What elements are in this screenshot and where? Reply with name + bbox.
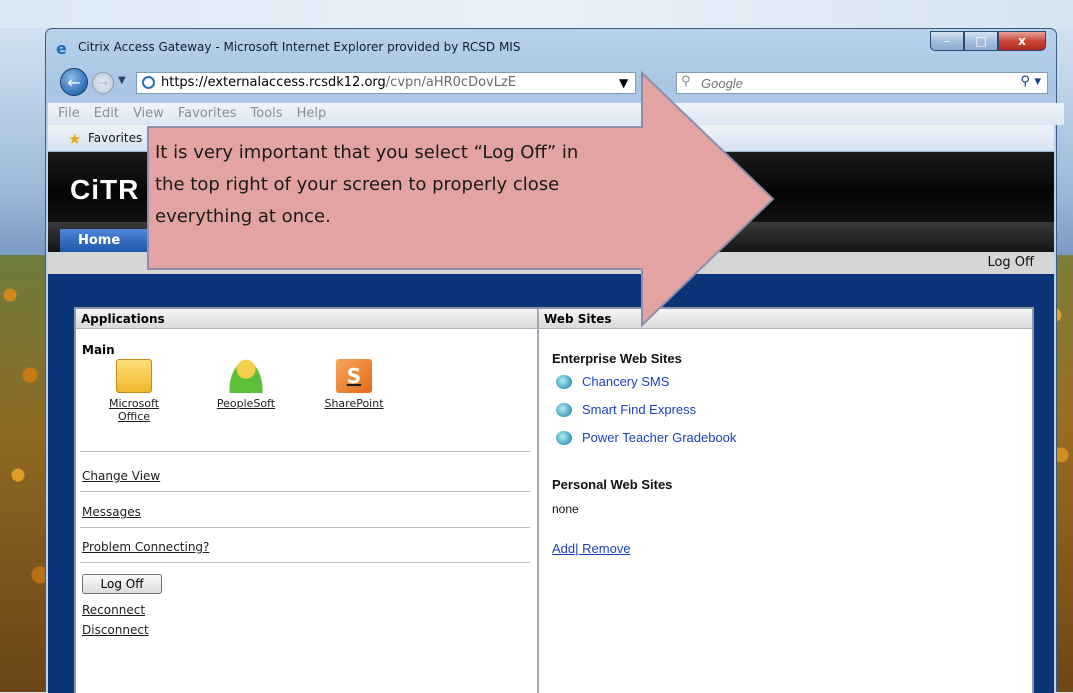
app-label: PeopleSoft [216,397,276,410]
caption-buttons: – □ x [930,31,1046,53]
annotation-line-1: It is very important that you select “Lo… [155,142,579,163]
ie-logo-icon: e [56,39,67,58]
main-panel: Applications Web Sites Main Microsoft Of… [74,307,1034,693]
app-peoplesoft[interactable]: PeopleSoft [211,359,281,410]
citrix-logo: CiTR [70,174,140,205]
desktop-sky [0,0,1073,28]
maximize-button[interactable]: □ [964,31,998,51]
app-label-line1: Microsoft [108,397,160,410]
search-go-icon[interactable]: ⚲ ▾ [1020,74,1041,89]
page-content: CiTR Home Log Off Applications Web Sites… [48,152,1054,693]
menu-tools[interactable]: Tools [251,103,283,125]
annotation-line-3: everything at once. [155,206,331,227]
forward-arrow-icon: → [97,76,109,90]
remove-link[interactable]: Remove [579,541,630,556]
add-link[interactable]: Add [552,541,575,556]
url-path: /cvpn/aHR0cDovLzE [385,75,517,90]
menu-favorites[interactable]: Favorites [178,103,237,125]
favorites-star-icon[interactable]: ★ [68,130,81,148]
address-bar[interactable]: o https://externalaccess.rcsdk12.org/cvp… [136,72,636,94]
title-bar: e Citrix Access Gateway - Microsoft Inte… [46,29,1056,65]
search-icon: ⚲ [681,74,691,89]
add-remove-links: Add| Remove [552,541,631,556]
minimize-button[interactable]: – [930,31,964,51]
reconnect-link[interactable]: Reconnect [82,603,145,617]
url-host: https://externalaccess.rcsdk12.org [161,75,386,90]
separator [80,562,530,563]
history-dropdown-icon[interactable]: ▼ [118,75,126,86]
menu-bar: File Edit View Favorites Tools Help [48,103,1064,125]
menu-help[interactable]: Help [297,103,327,125]
forward-button[interactable]: → [92,72,114,94]
top-logoff-link[interactable]: Log Off [987,255,1034,270]
site-label: Chancery SMS [582,374,670,389]
app-sharepoint[interactable]: S SharePoint [319,359,389,410]
separator [80,527,530,528]
separator [80,491,530,492]
top-action-bar: Log Off [48,252,1054,274]
search-box[interactable]: ⚲ ⚲ ▾ [676,72,1048,94]
app-microsoft-office[interactable]: Microsoft Office [104,359,164,423]
back-arrow-icon: ← [67,72,81,92]
app-label-line2: Office [117,410,151,423]
personal-sites-none: none [552,502,579,516]
menu-view[interactable]: View [133,103,164,125]
enterprise-sites-header: Enterprise Web Sites [552,351,682,366]
annotation-text: It is very important that you select “Lo… [155,137,675,233]
back-button[interactable]: ← [60,68,88,96]
personal-sites-header: Personal Web Sites [552,477,673,492]
close-button[interactable]: x [998,31,1046,51]
site-smart-find-express[interactable]: o Smart Find Express [556,402,696,417]
separator [80,451,530,452]
panel-divider [537,309,539,693]
tab-home[interactable]: Home [60,229,170,252]
annotation-line-2: the top right of your screen to properly… [155,174,560,195]
site-label: Power Teacher Gradebook [582,430,737,445]
globe-icon: o [556,374,572,389]
disconnect-link[interactable]: Disconnect [82,623,149,637]
favorites-button[interactable]: Favorites [88,131,142,145]
folder-icon [116,359,152,393]
sharepoint-icon: S [336,359,372,393]
main-group-label: Main [82,343,115,357]
window-title: Citrix Access Gateway - Microsoft Intern… [78,40,521,54]
app-label: SharePoint [324,397,384,410]
problem-connecting-link[interactable]: Problem Connecting? [82,540,209,554]
globe-icon: o [556,402,572,417]
page-icon: o [142,76,155,89]
peoplesoft-icon [228,359,264,393]
site-power-teacher-gradebook[interactable]: o Power Teacher Gradebook [556,430,736,445]
address-dropdown-icon[interactable]: ▼ [619,73,628,93]
menu-file[interactable]: File [58,103,80,125]
navigation-row: ← → ▼ o https://externalaccess.rcsdk12.o… [46,67,1056,97]
logoff-button[interactable]: Log Off [82,574,162,594]
web-sites-header: Web Sites [539,309,1032,329]
address-tools: ▼ 🔒 ⇅ [619,73,635,93]
globe-icon: o [556,430,572,445]
applications-header: Applications [76,309,537,329]
menu-edit[interactable]: Edit [94,103,119,125]
browser-window: e Citrix Access Gateway - Microsoft Inte… [45,28,1064,693]
messages-link[interactable]: Messages [82,505,141,519]
search-input[interactable] [699,75,1003,92]
change-view-link[interactable]: Change View [82,469,160,483]
site-label: Smart Find Express [582,402,697,417]
site-chancery-sms[interactable]: o Chancery SMS [556,374,669,389]
